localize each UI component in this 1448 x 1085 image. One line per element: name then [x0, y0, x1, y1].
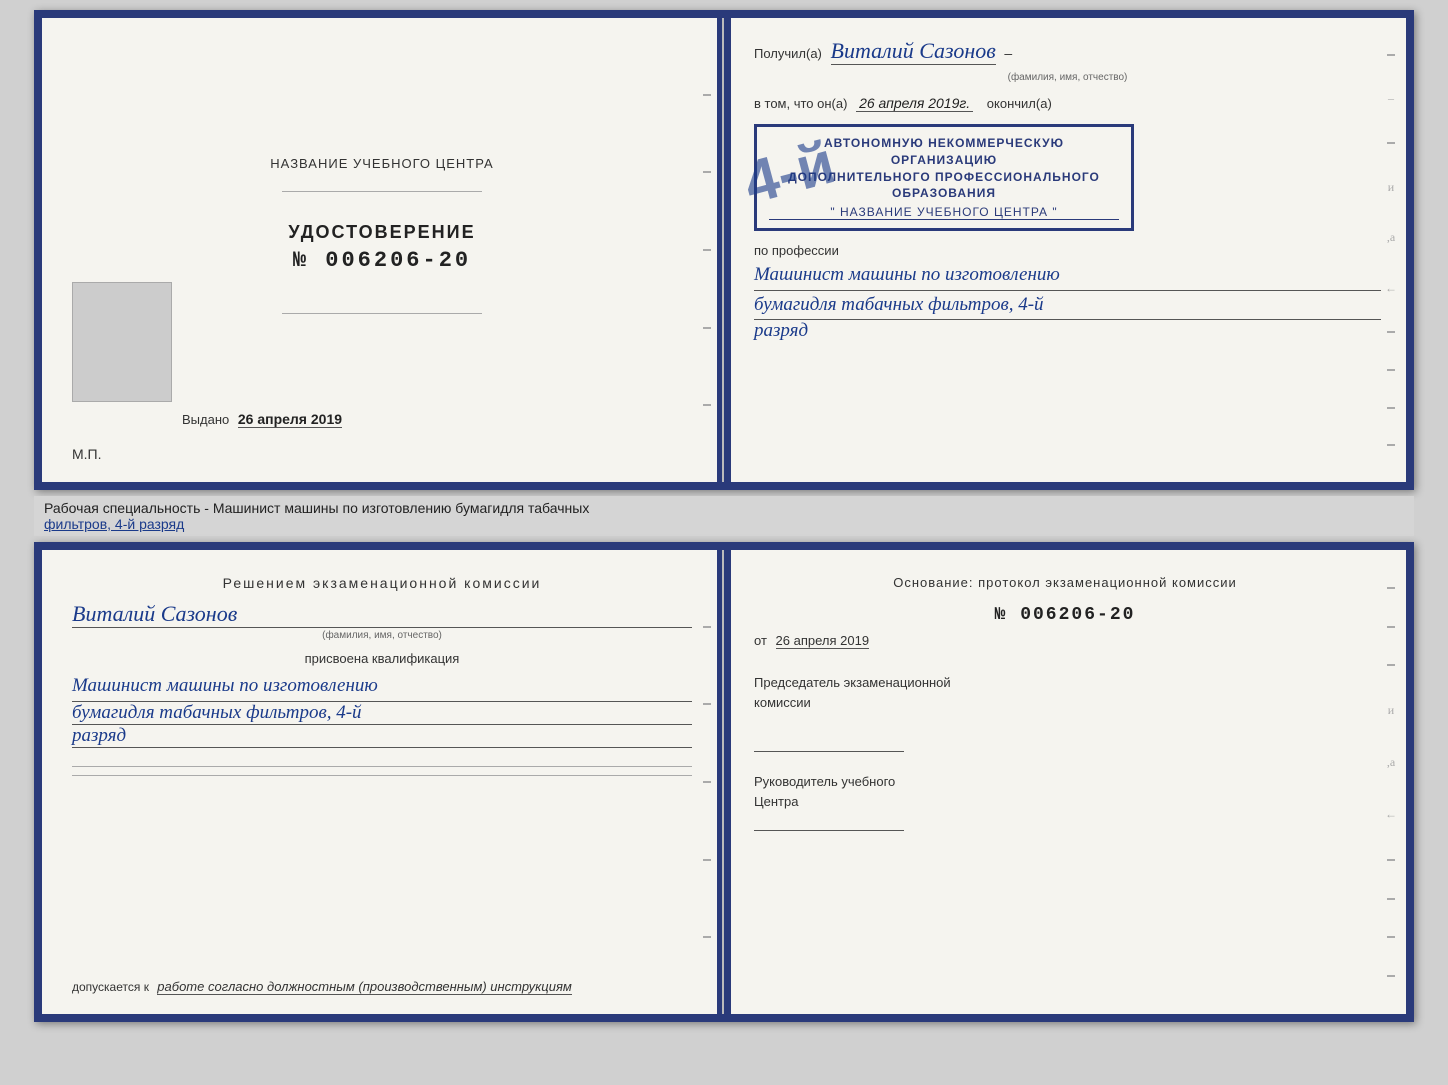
director-signature — [754, 811, 904, 831]
admitted-line: допускается к работе согласно должностны… — [72, 979, 692, 994]
date-prefix: от — [754, 633, 767, 648]
top-right-page: 4-й Получил(а) Виталий Сазонов – (фамили… — [724, 18, 1406, 482]
issued-line: Выдано 26 апреля 2019 — [182, 411, 342, 427]
admitted-value: работе согласно должностным (производств… — [157, 979, 572, 995]
chairman-text1: Председатель экзаменационной — [754, 675, 951, 690]
received-name: Виталий Сазонов — [831, 38, 996, 65]
issued-date: 26 апреля 2019 — [238, 411, 342, 428]
cert-number-prefix: № — [293, 248, 309, 273]
profession-line2: бумагидля табачных фильтров, 4-й — [754, 291, 1381, 321]
top-left-page: НАЗВАНИЕ УЧЕБНОГО ЦЕНТРА УДОСТОВЕРЕНИЕ №… — [42, 18, 724, 482]
commission-title: Решением экзаменационной комиссии — [72, 575, 692, 591]
middle-underline-text: фильтров, 4-й разряд — [44, 516, 184, 532]
admitted-prefix: допускается к — [72, 980, 149, 994]
cert-number-value: 006206-20 — [325, 248, 471, 273]
middle-label: Рабочая специальность - Машинист машины … — [34, 496, 1414, 536]
finished-word: окончил(а) — [987, 96, 1052, 111]
person-name-cursive: Виталий Сазонов — [72, 601, 692, 628]
received-prefix: Получил(а) — [754, 46, 822, 61]
in-that-date: 26 апреля 2019г. — [856, 95, 973, 112]
director-text2: Центра — [754, 794, 798, 809]
dash1: – — [1004, 45, 1012, 61]
received-line: Получил(а) Виталий Сазонов – — [754, 38, 1381, 65]
left-page-dashes — [697, 18, 717, 482]
mp-label: М.П. — [72, 446, 102, 462]
qual-line1: Машинист машины по изготовлению — [72, 671, 692, 702]
profession-line3: разряд — [754, 320, 1381, 342]
protocol-prefix: № — [995, 605, 1008, 625]
protocol-date: от 26 апреля 2019 — [754, 633, 1376, 648]
protocol-number-value: 006206-20 — [1020, 605, 1135, 625]
cert-number: № 006206-20 — [293, 248, 471, 273]
bottom-right-page: Основание: протокол экзаменационной коми… — [724, 550, 1406, 1014]
director-text1: Руководитель учебного — [754, 774, 895, 789]
middle-static-text: Рабочая специальность - Машинист машины … — [44, 500, 589, 516]
qual-line3: разряд — [72, 725, 692, 748]
chairman-label: Председатель экзаменационной комиссии — [754, 673, 1376, 712]
director-label: Руководитель учебного Центра — [754, 772, 1376, 811]
name-hint-top: (фамилия, имя, отчество) — [754, 72, 1381, 83]
qual-line2: бумагидля табачных фильтров, 4-й — [72, 702, 692, 725]
basis-title: Основание: протокол экзаменационной коми… — [754, 575, 1376, 590]
profession-line1: Машинист машины по изготовлению — [754, 261, 1381, 291]
qualification-label: присвоена квалификация — [72, 651, 692, 666]
right-page-dashes-top: – и ,а ← — [1381, 18, 1401, 482]
issued-label: Выдано — [182, 412, 229, 427]
top-document: НАЗВАНИЕ УЧЕБНОГО ЦЕНТРА УДОСТОВЕРЕНИЕ №… — [34, 10, 1414, 490]
bottom-right-dashes: и ,а ← — [1381, 550, 1401, 1014]
profession-label: по профессии — [754, 243, 1381, 258]
bottom-document: Решением экзаменационной комиссии Витали… — [34, 542, 1414, 1022]
cert-title: УДОСТОВЕРЕНИЕ — [288, 222, 475, 243]
bottom-left-dashes — [697, 550, 717, 1014]
cert-photo — [72, 282, 172, 402]
stamp-line3: " НАЗВАНИЕ УЧЕБНОГО ЦЕНТРА " — [769, 205, 1119, 220]
in-that-prefix: в том, что он(а) — [754, 96, 847, 111]
chairman-text2: комиссии — [754, 695, 811, 710]
bottom-left-page: Решением экзаменационной комиссии Витали… — [42, 550, 724, 1014]
page-wrapper: НАЗВАНИЕ УЧЕБНОГО ЦЕНТРА УДОСТОВЕРЕНИЕ №… — [0, 0, 1448, 1085]
date-value: 26 апреля 2019 — [776, 633, 870, 649]
org-name-label: НАЗВАНИЕ УЧЕБНОГО ЦЕНТРА — [270, 156, 493, 171]
fio-hint-bottom: (фамилия, имя, отчество) — [72, 630, 692, 641]
protocol-number: № 006206-20 — [754, 605, 1376, 625]
in-that-line: в том, что он(а) 26 апреля 2019г. окончи… — [754, 95, 1381, 111]
chairman-signature — [754, 732, 904, 752]
